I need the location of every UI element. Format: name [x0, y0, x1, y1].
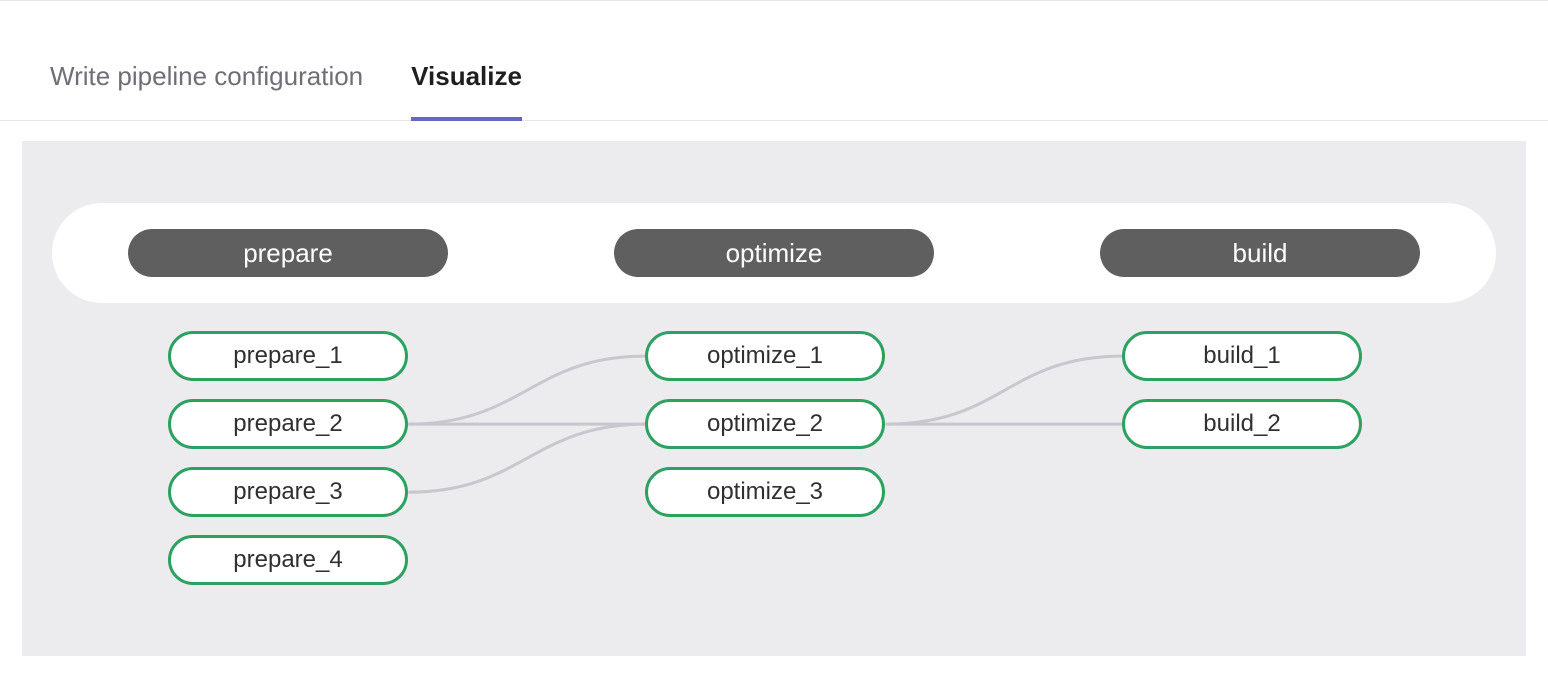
- job-node-prepare-1[interactable]: prepare_1: [168, 331, 408, 381]
- pipeline-editor-page: Write pipeline configuration Visualize p…: [0, 0, 1548, 678]
- tab-visualize[interactable]: Visualize: [411, 33, 522, 120]
- job-node-build-2[interactable]: build_2: [1122, 399, 1362, 449]
- tab-bar: Write pipeline configuration Visualize: [0, 1, 1548, 121]
- job-node-prepare-4[interactable]: prepare_4: [168, 535, 408, 585]
- job-node-optimize-2[interactable]: optimize_2: [645, 399, 885, 449]
- stage-column-prepare: prepare_1 prepare_2 prepare_3 prepare_4: [168, 331, 408, 585]
- stage-column-build: build_1 build_2: [1122, 331, 1362, 449]
- job-node-build-1[interactable]: build_1: [1122, 331, 1362, 381]
- tab-write-config[interactable]: Write pipeline configuration: [50, 33, 363, 120]
- job-node-optimize-3[interactable]: optimize_3: [645, 467, 885, 517]
- stage-header-optimize: optimize: [614, 229, 934, 277]
- stage-header-build: build: [1100, 229, 1420, 277]
- stage-column-optimize: optimize_1 optimize_2 optimize_3: [645, 331, 885, 517]
- stage-header-row: prepare optimize build: [52, 203, 1496, 303]
- job-node-optimize-1[interactable]: optimize_1: [645, 331, 885, 381]
- stage-header-prepare: prepare: [128, 229, 448, 277]
- pipeline-visualization-canvas: prepare optimize build prepare_1 prepare…: [22, 141, 1526, 656]
- job-node-prepare-2[interactable]: prepare_2: [168, 399, 408, 449]
- job-node-prepare-3[interactable]: prepare_3: [168, 467, 408, 517]
